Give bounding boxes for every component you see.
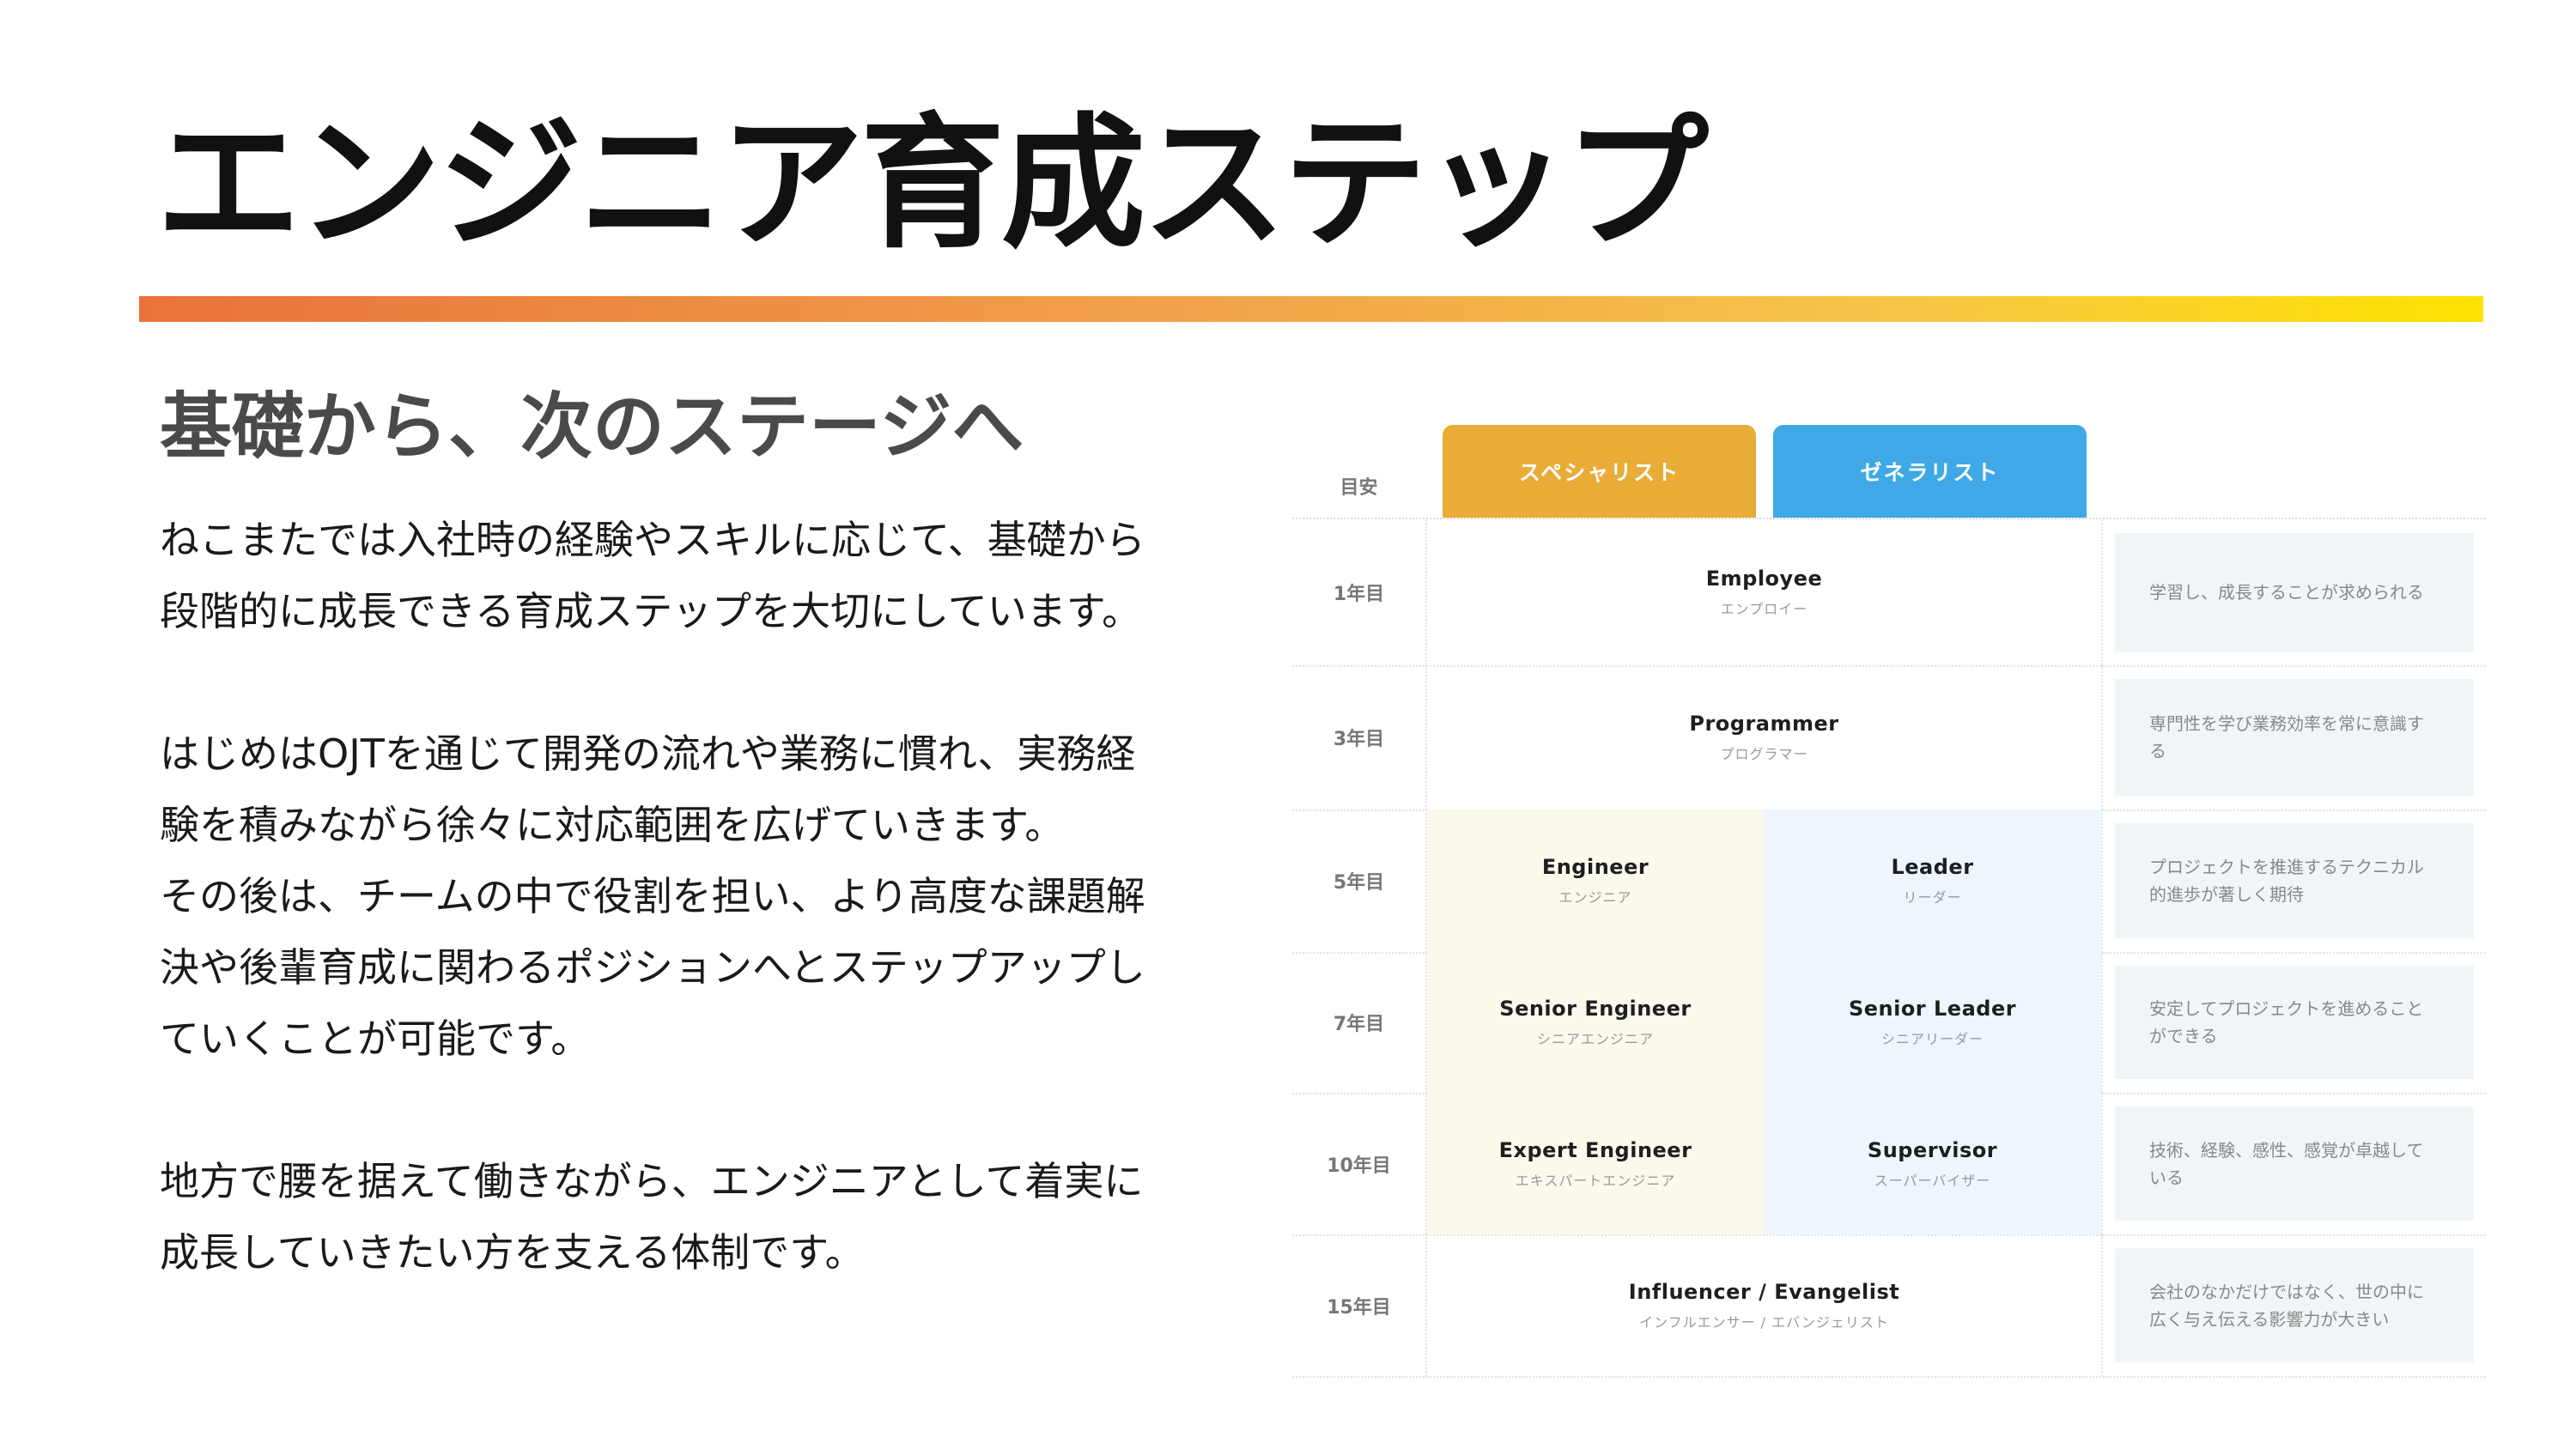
role-name: Employee (1705, 567, 1823, 591)
role-name-ja: シニアエンジニア (1536, 1031, 1654, 1047)
body-text: ねこまたでは入社時の経験やスキルに応じて、基礎から 段階的に成長できる育成ステッ… (160, 505, 1267, 1360)
role-cell-right: Leader リーダー (1764, 809, 2101, 952)
column-divider (2101, 952, 2103, 1093)
role-description: プロジェクトを推進するテクニカル的進歩が著しく期待 (2115, 823, 2474, 938)
role-name: Programmer (1689, 712, 1839, 736)
paragraph: ねこまたでは入社時の経験やスキルに応じて、基礎から 段階的に成長できる育成ステッ… (160, 505, 1267, 647)
table-row: 1年目 Employee エンプロイー 学習し、成長することが求められる (1292, 519, 2486, 667)
career-step-table: 目安 スペシャリスト ゼネラリスト 1年目 Employee エンプロイー 学習し、成… (1292, 425, 2486, 1378)
role-name: Leader (1891, 855, 1974, 879)
role-cell-left: Senior Engineer シニアエンジニア (1427, 952, 1764, 1093)
year-label: 7年目 (1292, 952, 1427, 1093)
table-row: 3年目 Programmer プログラマー 専門性を学び業務効率を常に意識する (1292, 665, 2486, 811)
role-name: Senior Leader (1848, 997, 2017, 1021)
role-name-ja: インフルエンサー / エバンジェリスト (1639, 1313, 1889, 1331)
role-name: Senior Engineer (1499, 997, 1692, 1021)
page-title: エンジニア育成ステップ (156, 100, 1709, 268)
role-name-ja: スーパーバイザー (1874, 1172, 1991, 1189)
role-name: Influencer / Evangelist (1628, 1279, 1900, 1304)
table-row: 5年目 Engineer エンジニア Leader リーダー プロジェクトを推進するテクニ… (1292, 809, 2486, 954)
role-name-ja: プログラマー (1720, 746, 1808, 762)
table-row: 7年目 Senior Engineer シニアエンジニア Senior Leader シ… (1292, 952, 2486, 1094)
text-line: 地方で腰を据えて働きながら、エンジニアとして着実に (160, 1158, 1144, 1204)
role-description: 安定してプロジェクトを進めることができる (2115, 966, 2474, 1079)
year-label: 10年目 (1292, 1093, 1427, 1234)
text-line: 段階的に成長できる育成ステップを大切にしています。 (160, 588, 1142, 634)
role-name: Engineer (1541, 855, 1649, 879)
table-row: 10年目 Expert Engineer エキスパートエンジニア Supervisor… (1292, 1093, 2486, 1236)
tab-specialist: スペシャリスト (1443, 425, 1756, 518)
year-label: 3年目 (1292, 665, 1427, 809)
text-line: はじめはOJTを通じて開発の流れや業務に慣れ、実務経 (160, 731, 1136, 777)
paragraph: はじめはOJTを通じて開発の流れや業務に慣れ、実務経 験を積みながら徐々に対応範… (160, 718, 1267, 861)
year-label: 1年目 (1292, 519, 1427, 665)
role-description: 学習し、成長することが求められる (2115, 533, 2474, 652)
role-name-ja: エキスパートエンジニア (1515, 1172, 1676, 1189)
paragraph: 地方で腰を据えて働きながら、エンジニアとして着実に 成長していきたい方を支える体… (160, 1146, 1267, 1288)
section-subtitle: 基礎から、次のステージへ (160, 385, 1024, 469)
tab-generalist: ゼネラリスト (1773, 425, 2087, 518)
role-cell-right: Supervisor スーパーバイザー (1764, 1093, 2101, 1234)
role-name-ja: リーダー (1903, 889, 1962, 906)
role-name: Supervisor (1867, 1137, 1998, 1162)
role-description: 専門性を学び業務効率を常に意識する (2115, 679, 2474, 796)
role-cell-left: Engineer エンジニア (1427, 809, 1764, 952)
column-divider (2101, 1234, 2103, 1376)
column-divider (2101, 809, 2103, 952)
text-line: 決や後輩育成に関わるポジションへとステップアップし (160, 944, 1145, 991)
header-label: 目安 (1340, 477, 1378, 499)
role-cell-full: Programmer プログラマー (1427, 665, 2101, 809)
column-divider (2101, 665, 2103, 809)
year-label: 5年目 (1292, 809, 1427, 952)
text-line: ていくことが可能です。 (160, 1016, 591, 1062)
table-row: 15年目 Influencer / Evangelist インフルエンサー / エバ… (1292, 1234, 2486, 1378)
role-cell-full: Employee エンプロイー (1427, 519, 2101, 665)
role-cell-right: Senior Leader シニアリーダー (1764, 952, 2101, 1093)
role-cell-full: Influencer / Evangelist インフルエンサー / エバンジェリ… (1427, 1234, 2101, 1376)
text-line: 験を積みながら徐々に対応範囲を広げていきます。 (160, 802, 1065, 848)
text-line: ねこまたでは入社時の経験やスキルに応じて、基礎から (160, 517, 1145, 563)
role-name-ja: シニアリーダー (1880, 1031, 1984, 1047)
column-divider (2101, 519, 2103, 665)
column-divider (2101, 1093, 2103, 1234)
text-line: 成長していきたい方を支える体制です。 (160, 1229, 865, 1276)
role-description: 会社のなかだけではなく、世の中に広く与え伝える影響力が大きい (2115, 1248, 2474, 1362)
paragraph: その後は、チームの中で役割を担い、より高度な課題解 決や後輩育成に関わるポジショ… (160, 861, 1267, 1075)
role-description: 技術、経験、感性、感覚が卓越している (2115, 1106, 2474, 1221)
title-gradient-bar (139, 296, 2483, 322)
role-cell-left: Expert Engineer エキスパートエンジニア (1427, 1093, 1764, 1234)
role-name-ja: エンプロイー (1720, 601, 1808, 617)
role-name-ja: エンジニア (1558, 889, 1632, 906)
text-line: その後は、チームの中で役割を担い、より高度な課題解 (160, 873, 1145, 919)
year-label: 15年目 (1292, 1234, 1427, 1376)
role-name: Expert Engineer (1498, 1137, 1692, 1162)
